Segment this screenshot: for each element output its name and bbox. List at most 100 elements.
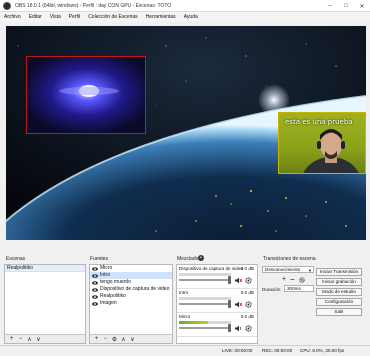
title-bar: OBS 18.0.1 (64bit, windows) - Perfil : d… xyxy=(0,0,370,12)
mixer-track-name: Intro xyxy=(179,290,189,295)
transition-selected-value: Desvanecimiento xyxy=(265,267,301,272)
controls-panel: Iniciar Transmisión Iniciar grabación Mo… xyxy=(316,268,362,318)
source-label: Dispositivo de captura de video xyxy=(100,286,170,292)
webcam-caption: esta es una prueba xyxy=(285,118,353,126)
mixer-track-db: 0.0 dB xyxy=(240,266,254,271)
source-properties-gear-icon[interactable]: ⚙ xyxy=(110,335,119,343)
move-up-icon[interactable]: ∧ xyxy=(119,335,128,343)
menu-herramientas[interactable]: Herramientas xyxy=(146,14,176,20)
status-bar: LIVE: 00:00:00 REC: 00:00:00 CPU: 9.0%, … xyxy=(0,345,370,356)
maximize-button[interactable]: □ xyxy=(338,0,354,12)
volume-slider-knob[interactable] xyxy=(228,276,231,284)
source-item[interactable]: Realpolitiko xyxy=(90,293,172,300)
menu-coleccion-de-escenas[interactable]: Colección de Escenas xyxy=(88,14,137,20)
menu-bar: Archivo Editar Vista Perfil Colección de… xyxy=(0,12,370,22)
rec-time: REC: 00:00:00 xyxy=(262,348,293,353)
menu-perfil[interactable]: Perfil xyxy=(69,14,80,20)
audio-meter xyxy=(179,321,231,324)
minimize-button[interactable]: – xyxy=(322,0,338,12)
sources-label: Fuentes xyxy=(90,256,109,262)
add-source-button[interactable]: + xyxy=(92,335,101,343)
obs-logo-icon xyxy=(3,1,11,10)
window-title: OBS 18.0.1 (64bit, windows) - Perfil : d… xyxy=(15,2,172,9)
move-down-icon[interactable]: ∨ xyxy=(128,335,137,343)
visibility-eye-icon[interactable] xyxy=(92,280,98,285)
visibility-eye-icon[interactable] xyxy=(92,266,98,271)
source-item[interactable]: Dispositivo de captura de video xyxy=(90,286,172,293)
mixer-track: Dispositivo de captura de video 0.0 dB xyxy=(177,265,257,289)
webcam-source[interactable]: esta es una prueba xyxy=(278,112,366,174)
mixer-menu-icon[interactable]: + xyxy=(198,255,204,261)
mixer-track: Intro 0.0 dB xyxy=(177,289,257,313)
move-up-icon[interactable]: ∧ xyxy=(25,335,34,343)
menu-vista[interactable]: Vista xyxy=(50,14,61,20)
intro-video-frame xyxy=(27,57,145,133)
cpu-fps: CPU: 9.0%, 30.00 fps xyxy=(300,348,345,353)
remove-source-button[interactable]: − xyxy=(101,335,110,343)
volume-slider-knob[interactable] xyxy=(228,300,231,308)
audio-meter-fill xyxy=(179,321,208,324)
preview-canvas[interactable]: esta es una prueba xyxy=(6,26,366,240)
duration-input[interactable]: 300ms xyxy=(284,285,314,292)
source-item[interactable]: Micro xyxy=(90,265,172,272)
volume-slider[interactable] xyxy=(179,276,231,284)
studio-mode-button[interactable]: Modo de estudio xyxy=(316,288,362,296)
audio-meter xyxy=(179,273,231,276)
window-controls: – □ ✕ xyxy=(322,0,370,12)
scene-item-realpolitiko[interactable]: Realpolitiko xyxy=(5,265,85,272)
live-time: LIVE: 00:00:00 xyxy=(222,348,253,353)
start-recording-button[interactable]: Iniciar grabación xyxy=(316,278,362,286)
scenes-toolbar: + − ∧ ∨ xyxy=(5,334,85,343)
mixer-track-name: Dispositivo de captura de video xyxy=(179,266,243,271)
speaker-muted-icon[interactable] xyxy=(235,277,242,284)
speaker-icon[interactable] xyxy=(235,325,242,332)
source-label: Realpolitiko xyxy=(100,293,126,299)
source-label: Intro xyxy=(100,272,111,278)
volume-slider[interactable] xyxy=(179,300,231,308)
gear-icon[interactable] xyxy=(245,325,252,332)
source-label: Micro xyxy=(100,265,113,271)
speaker-muted-icon[interactable] xyxy=(235,301,242,308)
mixer-track-db: 0.0 dB xyxy=(240,314,254,319)
transition-gear-icon[interactable] xyxy=(299,277,305,283)
transition-select[interactable]: Desvanecimiento ▼ xyxy=(262,266,314,273)
source-item[interactable]: tengo muerdo xyxy=(90,279,172,286)
remove-scene-button[interactable]: − xyxy=(16,335,25,343)
mixer-track-db: 0.0 dB xyxy=(240,290,254,295)
remove-transition-button[interactable]: − xyxy=(290,275,295,284)
mixer-panel: Dispositivo de captura de video 0.0 dB I… xyxy=(176,264,258,344)
chevron-down-icon: ▼ xyxy=(308,268,312,273)
settings-button[interactable]: Configuración xyxy=(316,298,362,306)
mixer-track: Micro 0.0 dB xyxy=(177,313,257,337)
scenes-label: Escenas xyxy=(6,256,26,262)
sources-toolbar: + − ⚙ ∧ ∨ xyxy=(90,334,172,343)
visibility-eye-icon[interactable] xyxy=(92,273,98,278)
source-item[interactable]: Intro xyxy=(90,272,172,279)
source-item[interactable]: Imagen xyxy=(90,300,172,307)
menu-archivo[interactable]: Archivo xyxy=(4,14,21,20)
volume-slider-knob[interactable] xyxy=(228,324,231,332)
gear-icon[interactable] xyxy=(245,301,252,308)
close-button[interactable]: ✕ xyxy=(354,0,370,12)
mixer-track-name: Micro xyxy=(179,314,191,319)
scenes-panel: Realpolitiko + − ∧ ∨ xyxy=(4,264,86,344)
docks-area: Escenas Realpolitiko + − ∧ ∨ Fuentes Mic… xyxy=(0,255,370,344)
gear-icon[interactable] xyxy=(245,277,252,284)
move-down-icon[interactable]: ∨ xyxy=(34,335,43,343)
duration-label: Duración xyxy=(262,287,281,292)
source-label: Imagen xyxy=(100,300,117,306)
transitions-label: Transiciones de escena xyxy=(263,256,316,262)
exit-button[interactable]: Salir xyxy=(316,308,362,316)
volume-slider[interactable] xyxy=(179,324,231,332)
sources-panel: Micro Intro tengo muerdo Dispositivo de … xyxy=(89,264,173,344)
visibility-eye-icon[interactable] xyxy=(92,301,98,306)
add-transition-button[interactable]: + xyxy=(282,276,286,283)
add-scene-button[interactable]: + xyxy=(7,335,16,343)
selected-source-bounding-box[interactable] xyxy=(26,56,146,134)
transitions-panel: Desvanecimiento ▼ + − Duración 300ms xyxy=(262,264,314,344)
visibility-eye-icon[interactable] xyxy=(92,287,98,292)
menu-ayuda[interactable]: Ayuda xyxy=(184,14,198,20)
visibility-eye-icon[interactable] xyxy=(92,294,98,299)
start-streaming-button[interactable]: Iniciar Transmisión xyxy=(316,268,362,276)
menu-editar[interactable]: Editar xyxy=(29,14,42,20)
